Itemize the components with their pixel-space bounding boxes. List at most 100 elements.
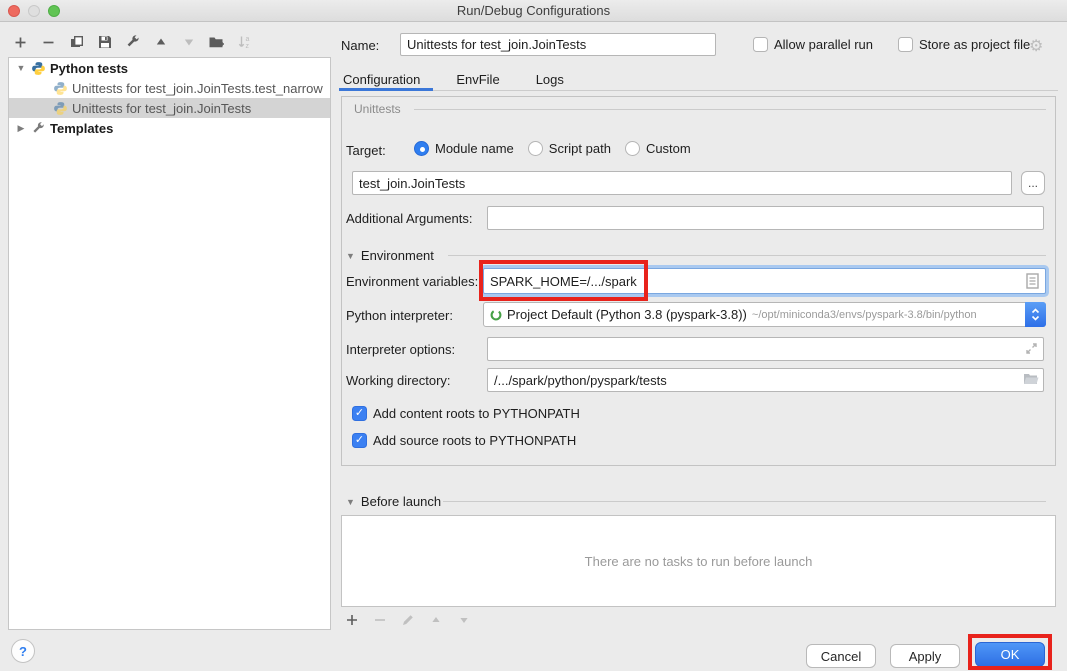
save-configuration-icon[interactable] — [96, 34, 113, 51]
python-interpreter-combo[interactable]: Project Default (Python 3.8 (pyspark-3.8… — [483, 302, 1046, 327]
move-down-icon[interactable] — [180, 34, 197, 51]
radio-unselected-icon — [625, 141, 640, 156]
allow-parallel-run-label: Allow parallel run — [774, 37, 873, 52]
interpreter-options-label: Interpreter options: — [346, 342, 455, 357]
tree-item-unittests-test-narrow[interactable]: Unittests for test_join.JoinTests.test_n… — [9, 78, 330, 98]
tree-item-label: Unittests for test_join.JoinTests.test_n… — [72, 81, 323, 96]
add-task-icon[interactable] — [343, 611, 360, 628]
tree-item-templates[interactable]: ▶ Templates — [9, 118, 330, 138]
python-interpreter-label: Python interpreter: — [346, 308, 453, 323]
edit-templates-wrench-icon[interactable] — [124, 34, 141, 51]
environment-variables-label: Environment variables: — [346, 274, 478, 289]
move-task-down-icon[interactable] — [455, 611, 472, 628]
tree-item-label: Templates — [50, 121, 113, 136]
window-controls — [0, 0, 60, 22]
working-directory-input[interactable] — [487, 368, 1044, 392]
python-interpreter-value: Project Default (Python 3.8 (pyspark-3.8… — [507, 307, 747, 322]
configurations-toolbar: az — [12, 31, 253, 53]
environment-section-title: Environment — [361, 248, 434, 263]
radio-script-path-label: Script path — [549, 141, 611, 156]
tree-item-unittests-jointests-selected[interactable]: Unittests for test_join.JoinTests — [9, 98, 330, 118]
name-input[interactable] — [400, 33, 716, 56]
tab-divider — [341, 90, 1058, 91]
svg-text:z: z — [245, 43, 249, 50]
interpreter-options-input[interactable] — [487, 337, 1044, 361]
additional-arguments-label: Additional Arguments: — [346, 211, 472, 226]
checkbox-checked-icon: ✓ — [352, 433, 367, 448]
environment-section-header[interactable]: ▼ Environment — [346, 248, 434, 263]
add-content-roots-checkbox[interactable]: ✓ Add content roots to PYTHONPATH — [352, 406, 580, 421]
working-directory-label: Working directory: — [346, 373, 451, 388]
chevron-down-icon[interactable]: ▼ — [346, 497, 355, 507]
apply-button[interactable]: Apply — [890, 644, 960, 668]
chevron-down-icon[interactable]: ▼ — [15, 63, 27, 73]
radio-selected-icon — [414, 141, 429, 156]
tree-item-label: Python tests — [50, 61, 128, 76]
checkbox-unchecked-icon — [753, 37, 768, 52]
edit-task-pencil-icon[interactable] — [399, 611, 416, 628]
remove-configuration-icon[interactable] — [40, 34, 57, 51]
environment-title-line — [448, 255, 1046, 256]
move-task-up-icon[interactable] — [427, 611, 444, 628]
python-icon — [31, 61, 46, 76]
edit-variables-icon[interactable] — [1026, 273, 1039, 289]
additional-arguments-input[interactable] — [487, 206, 1044, 230]
remove-task-icon[interactable] — [371, 611, 388, 628]
interpreter-dropdown-stepper[interactable] — [1025, 302, 1046, 327]
radio-unselected-icon — [528, 141, 543, 156]
target-input[interactable] — [352, 171, 1012, 195]
before-launch-toolbar — [343, 611, 472, 628]
browse-target-button[interactable]: ... — [1021, 171, 1045, 195]
target-label: Target: — [346, 143, 386, 158]
allow-parallel-run-checkbox[interactable]: Allow parallel run — [753, 37, 873, 52]
copy-configuration-icon[interactable] — [68, 34, 85, 51]
before-launch-section-title: Before launch — [361, 494, 441, 509]
highlight-ok-button — [968, 634, 1052, 670]
help-button[interactable]: ? — [11, 639, 35, 663]
radio-module-name-label: Module name — [435, 141, 514, 156]
new-folder-icon[interactable] — [208, 34, 225, 51]
tree-item-python-tests[interactable]: ▼ Python tests — [9, 58, 330, 78]
chevron-down-icon[interactable]: ▼ — [346, 251, 355, 261]
add-content-roots-label: Add content roots to PYTHONPATH — [373, 406, 580, 421]
checkbox-unchecked-icon — [898, 37, 913, 52]
window-title: Run/Debug Configurations — [457, 3, 610, 18]
before-launch-section-header[interactable]: ▼ Before launch — [346, 494, 441, 509]
highlight-environment-variables — [479, 260, 648, 301]
python-interpreter-path: ~/opt/miniconda3/envs/pyspark-3.8/bin/py… — [752, 309, 977, 321]
run-debug-configurations-dialog: Run/Debug Configurations az ▼ Pyt — [0, 0, 1067, 671]
before-launch-empty-text: There are no tasks to run before launch — [585, 554, 813, 569]
unittests-group-title: Unittests — [352, 102, 403, 116]
move-up-icon[interactable] — [152, 34, 169, 51]
sort-alphabetically-icon[interactable]: az — [236, 34, 253, 51]
conda-interpreter-icon — [490, 309, 502, 321]
wrench-icon — [31, 121, 46, 136]
add-source-roots-label: Add source roots to PYTHONPATH — [373, 433, 576, 448]
store-as-project-file-label: Store as project file — [919, 37, 1030, 52]
add-source-roots-checkbox[interactable]: ✓ Add source roots to PYTHONPATH — [352, 433, 576, 448]
python-icon — [53, 81, 68, 96]
gear-icon[interactable]: ⚙ — [1029, 36, 1043, 56]
active-tab-underline — [339, 88, 433, 91]
radio-custom[interactable]: Custom — [625, 141, 691, 156]
python-icon — [53, 101, 68, 116]
expand-field-icon[interactable] — [1025, 342, 1038, 355]
unittests-title-line — [414, 109, 1046, 110]
store-as-project-file-checkbox[interactable]: Store as project file — [898, 37, 1030, 52]
svg-text:a: a — [245, 36, 249, 43]
title-bar: Run/Debug Configurations — [0, 0, 1067, 22]
checkbox-checked-icon: ✓ — [352, 406, 367, 421]
configurations-tree: ▼ Python tests Unittests for test_join.J… — [8, 57, 331, 630]
minimize-window-button[interactable] — [28, 5, 40, 17]
chevron-right-icon[interactable]: ▶ — [15, 123, 27, 134]
tree-item-label: Unittests for test_join.JoinTests — [72, 101, 251, 116]
cancel-button[interactable]: Cancel — [806, 644, 876, 668]
close-window-button[interactable] — [8, 5, 20, 17]
add-configuration-icon[interactable] — [12, 34, 29, 51]
zoom-window-button[interactable] — [48, 5, 60, 17]
before-launch-task-list: There are no tasks to run before launch — [341, 515, 1056, 607]
open-folder-icon[interactable] — [1023, 372, 1039, 386]
radio-script-path[interactable]: Script path — [528, 141, 611, 156]
radio-module-name[interactable]: Module name — [414, 141, 514, 156]
name-label: Name: — [341, 38, 379, 53]
